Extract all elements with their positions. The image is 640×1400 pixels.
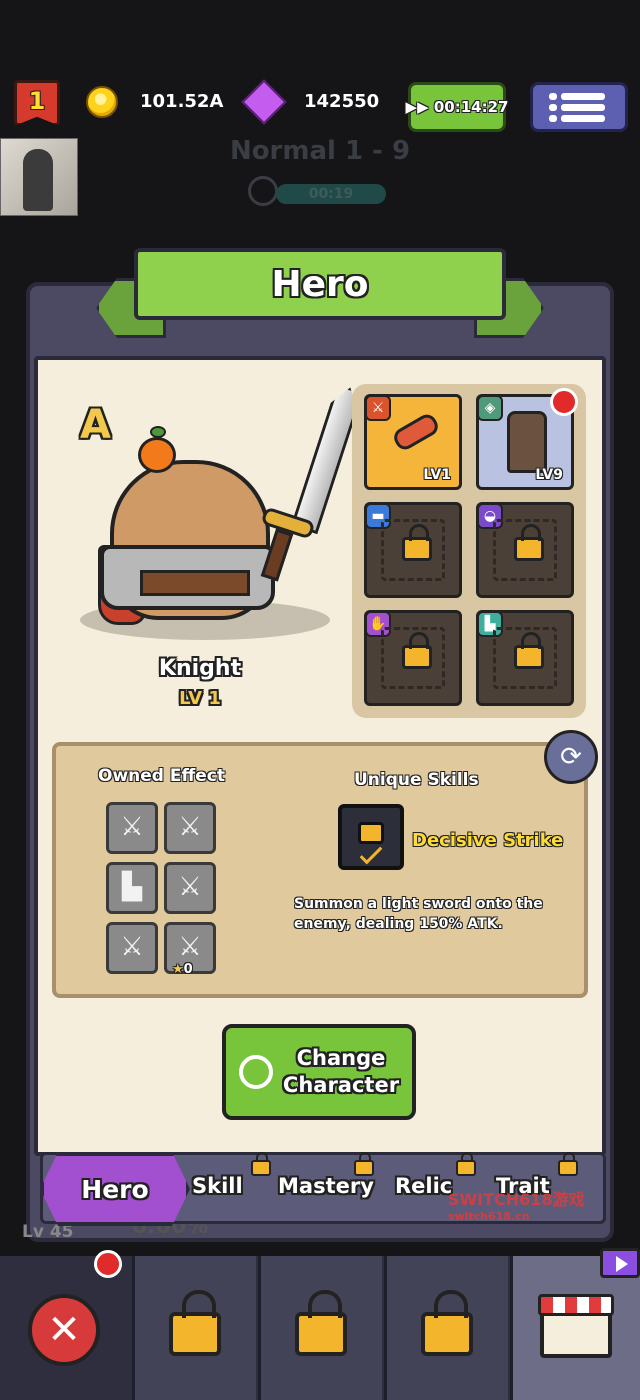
lock-icon — [295, 1290, 347, 1356]
sword-icon[interactable]: ⚔ — [164, 862, 216, 914]
watermark-line2: switch618.cn — [448, 1210, 530, 1223]
lock-icon — [456, 1152, 476, 1176]
stage-name: Normal 1 - 9 — [229, 136, 411, 166]
change-character-button[interactable]: Change Character — [222, 1024, 416, 1120]
gold-coin-icon — [86, 86, 118, 118]
leaf-icon — [150, 426, 166, 438]
equip-slot-belt[interactable]: ▬ — [364, 502, 462, 598]
player-level: 1 — [28, 87, 46, 115]
tab-mastery[interactable]: Mastery — [278, 1174, 374, 1198]
blunderbuss-icon — [390, 410, 442, 454]
skill-slot[interactable] — [338, 804, 404, 870]
refresh-icon[interactable]: ⟳ — [544, 730, 598, 784]
change-button-line1: Change — [296, 1046, 386, 1070]
hero-grade: A — [80, 402, 111, 448]
swap-icon — [238, 1055, 273, 1089]
sword-icon: ⚔ — [365, 395, 391, 421]
tab-relic[interactable]: Relic — [395, 1174, 452, 1198]
equip-slot-boots[interactable]: ▙ — [476, 610, 574, 706]
panel-title: Hero — [134, 248, 506, 320]
watermark-line1: SWITCH618游戏 — [448, 1190, 585, 1209]
skill-name: Decisive Strike — [412, 830, 564, 851]
play-icon[interactable] — [600, 1248, 640, 1278]
change-button-line2: Character — [282, 1073, 400, 1097]
shield-icon: ◈ — [477, 395, 503, 421]
gem-amount: 142550 — [304, 91, 380, 112]
nav-slot-2[interactable] — [258, 1256, 382, 1400]
lock-icon — [421, 1290, 473, 1356]
stopwatch-icon — [248, 176, 278, 206]
equip-level: LV1 — [423, 467, 451, 483]
boot-icon[interactable]: ▙ — [106, 862, 158, 914]
fast-forward-icon: ▶▶ — [405, 98, 434, 116]
equip-slot-gloves[interactable]: ✋ — [364, 610, 462, 706]
notification-dot — [550, 388, 578, 416]
close-icon[interactable]: ✕ — [28, 1294, 100, 1366]
orange-hat-icon — [138, 437, 176, 473]
lock-icon — [402, 632, 432, 669]
tab-hero[interactable]: Hero — [40, 1152, 190, 1226]
owned-effect-title: Owned Effect — [98, 766, 225, 786]
shop-icon[interactable] — [538, 1294, 614, 1358]
star-count: ★0 — [172, 962, 193, 977]
nav-slot-3[interactable] — [384, 1256, 508, 1400]
hero-level: LV 1 — [179, 688, 221, 709]
gold-amount: 101.52A — [140, 91, 224, 112]
chevron-down-icon — [359, 841, 383, 865]
glove-icon: ✋ — [365, 611, 391, 637]
lock-icon — [358, 822, 384, 844]
lock-icon — [558, 1152, 578, 1176]
belt-icon: ▬ — [365, 503, 391, 529]
lock-icon — [402, 524, 432, 561]
player-level-badge: 1 — [14, 80, 60, 126]
watermark: SWITCH618游戏 switch618.cn — [448, 1186, 585, 1223]
helmet-icon: ◒ — [477, 503, 503, 529]
equip-slot-helmet[interactable]: ◒ — [476, 502, 574, 598]
skill-description: Summon a light sword onto the enemy, dea… — [294, 896, 543, 932]
notification-dot — [94, 1250, 122, 1278]
hero-name: Knight — [158, 656, 242, 681]
sword-icon[interactable]: ⚔ — [106, 922, 158, 974]
sword-icon[interactable]: ⚔ — [106, 802, 158, 854]
timer-text: 00:14:27 — [433, 98, 509, 116]
lock-icon — [251, 1152, 271, 1176]
unique-skills-title: Unique Skills — [354, 770, 479, 790]
tab-skill[interactable]: Skill — [192, 1174, 243, 1198]
sword-icon[interactable]: ⚔ — [164, 802, 216, 854]
lock-icon — [514, 632, 544, 669]
stage-countdown: 00:19 — [276, 184, 386, 204]
hero-belt — [140, 570, 250, 596]
lock-icon — [354, 1152, 374, 1176]
nav-slot-1[interactable] — [132, 1256, 256, 1400]
menu-list-icon[interactable] — [530, 82, 628, 132]
equip-level: LV9 — [535, 467, 563, 483]
lock-icon — [169, 1290, 221, 1356]
lock-icon — [514, 524, 544, 561]
gem-icon — [241, 79, 287, 125]
equip-slot-weapon[interactable]: ⚔ LV1 — [364, 394, 462, 490]
star-icon: ★ — [172, 962, 184, 977]
speed-timer-button[interactable]: ▶▶ 00:14:27 — [405, 82, 509, 132]
coat-icon — [507, 411, 547, 473]
boot-icon: ▙ — [477, 611, 503, 637]
